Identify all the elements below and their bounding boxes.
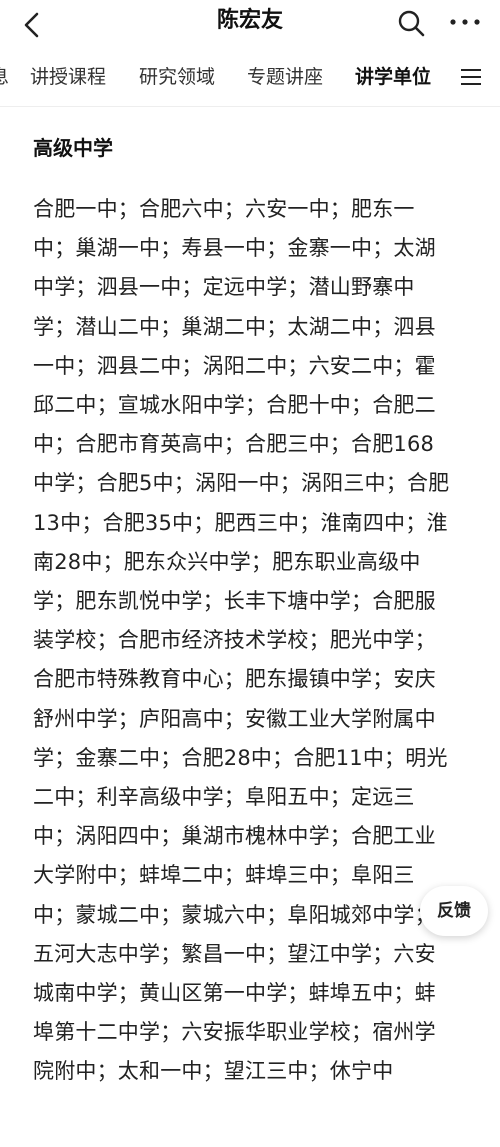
- search-icon[interactable]: [396, 8, 426, 38]
- tab-research[interactable]: 研究领域: [139, 64, 215, 90]
- tab-info[interactable]: 息: [0, 64, 9, 90]
- more-icon[interactable]: [448, 10, 482, 34]
- tab-bar: 息 讲授课程 研究领域 专题讲座 讲学单位: [0, 50, 500, 107]
- tab-courses[interactable]: 讲授课程: [30, 64, 106, 90]
- top-bar: 陈宏友: [0, 0, 500, 50]
- menu-icon[interactable]: [460, 67, 482, 87]
- back-arrow-icon[interactable]: [18, 10, 48, 40]
- tab-teaching-units[interactable]: 讲学单位: [355, 64, 431, 90]
- feedback-button[interactable]: 反馈: [420, 886, 488, 936]
- section-title: 高级中学: [33, 136, 113, 160]
- school-list: 合肥一中；合肥六中；六安一中；肥东一中；巢湖一中；寿县一中；金寨一中；太湖中学；…: [33, 197, 450, 1084]
- tab-lectures[interactable]: 专题讲座: [247, 64, 323, 90]
